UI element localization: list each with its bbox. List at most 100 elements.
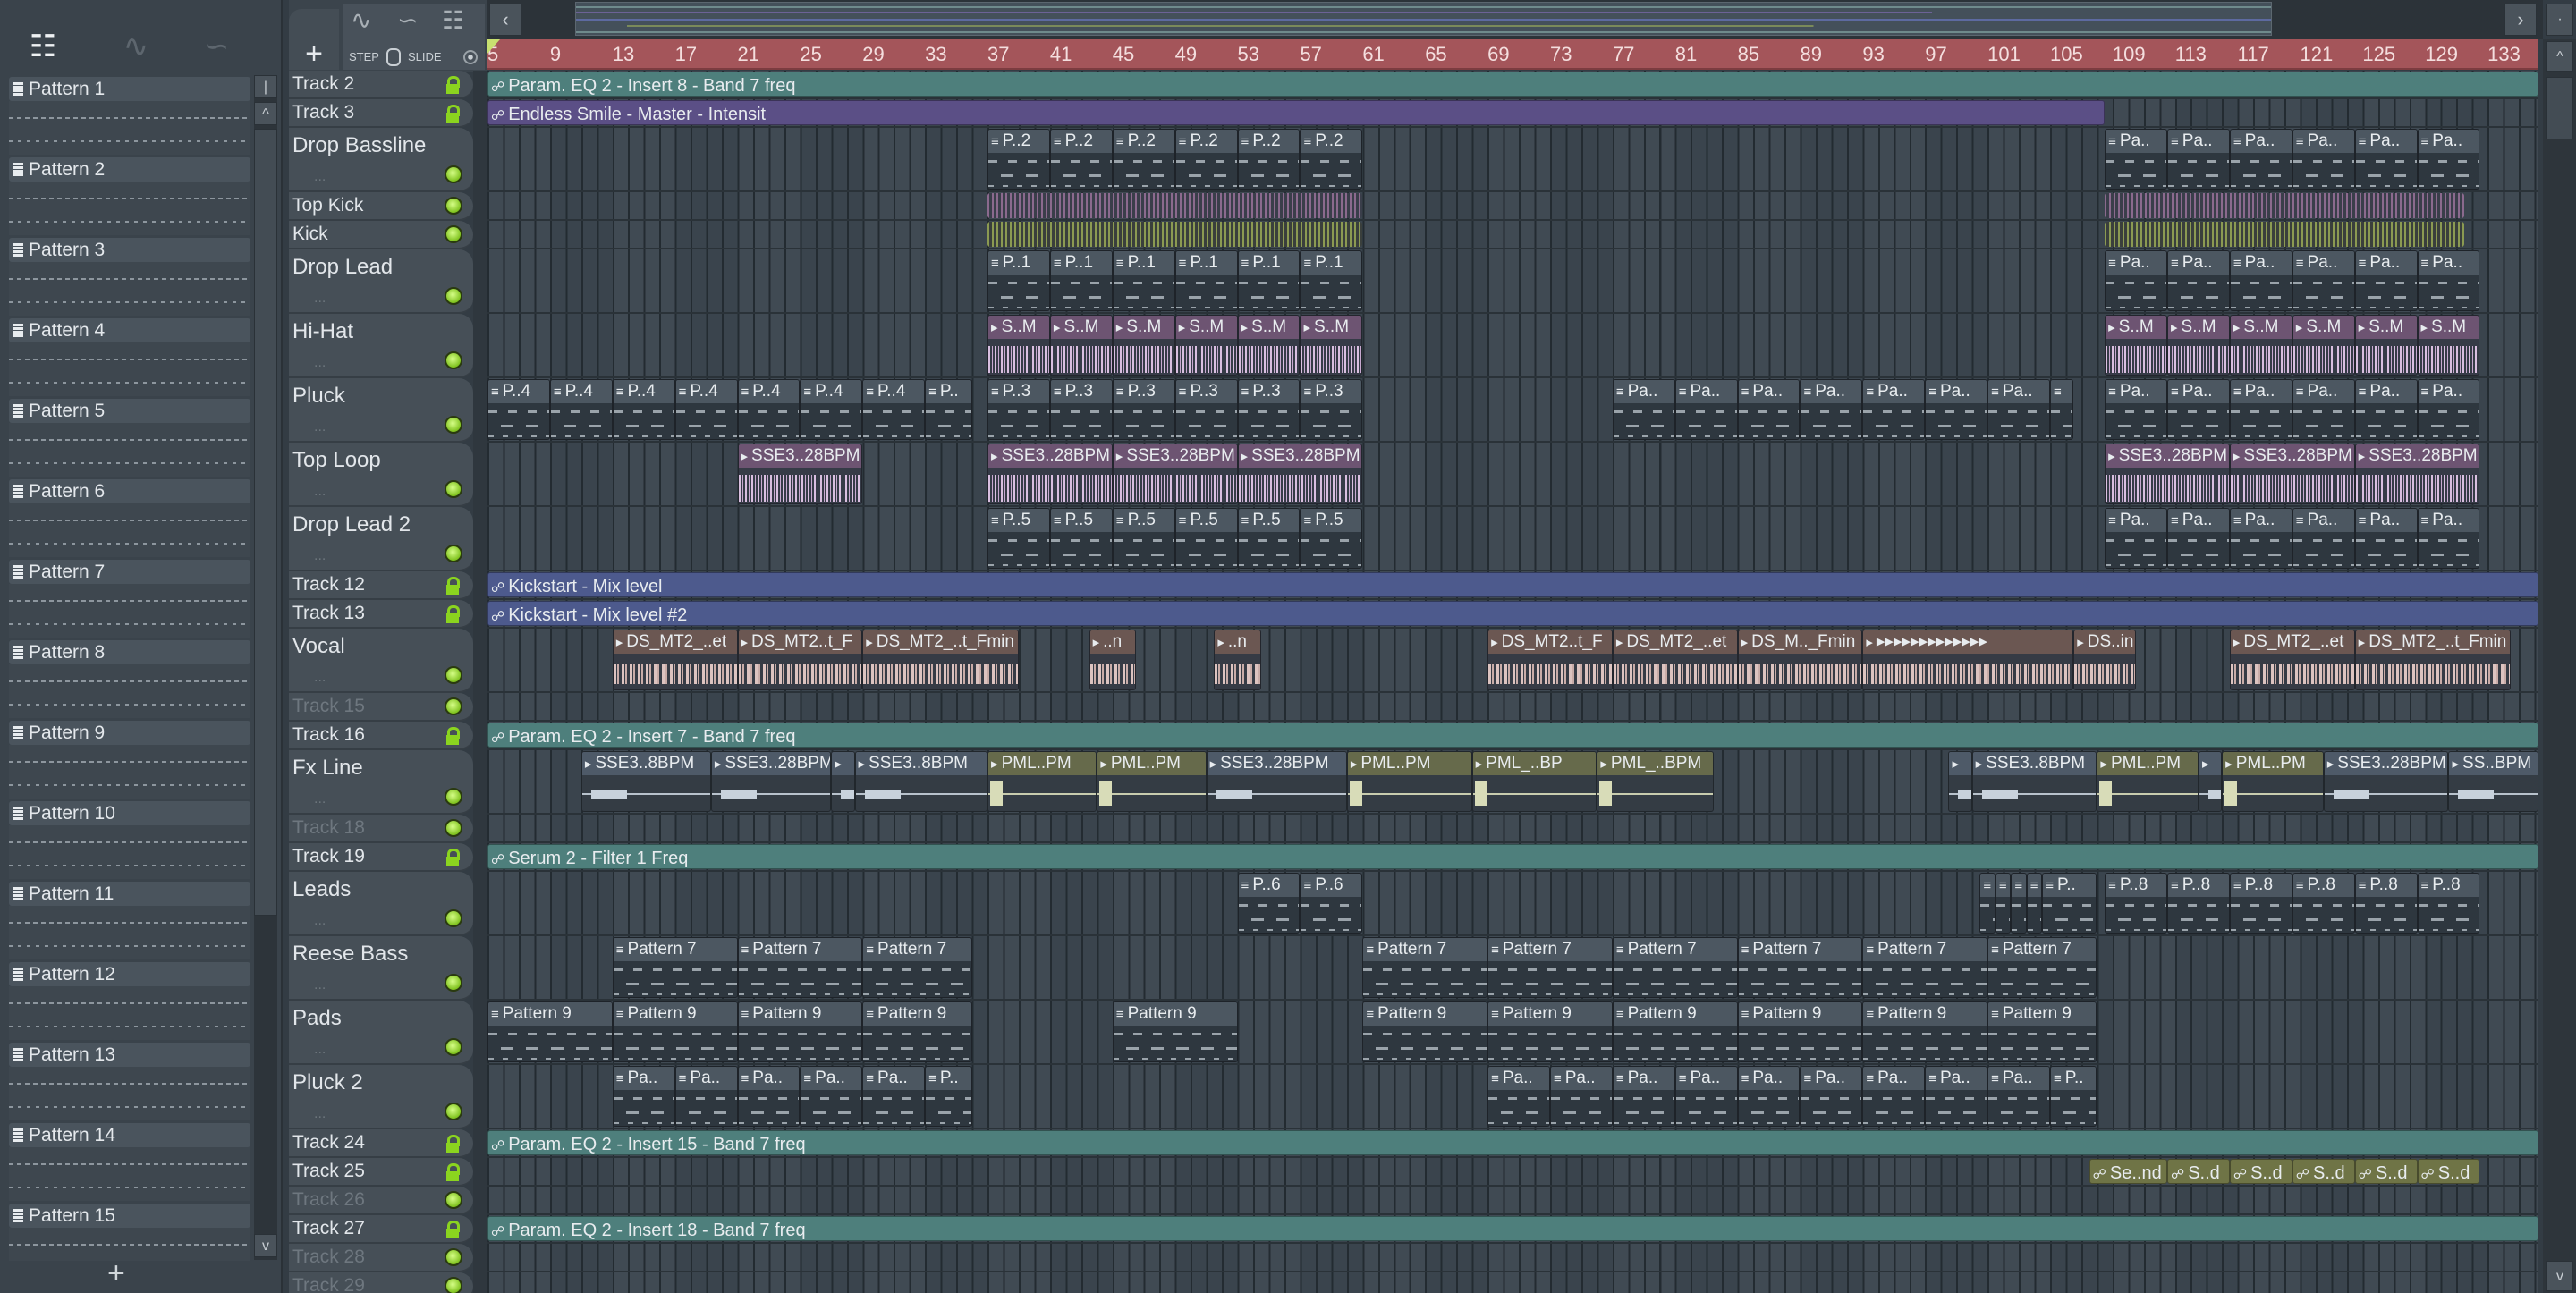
audio-clip[interactable] [987, 193, 1363, 218]
pattern-clip[interactable]: ≡ P..3 [1112, 379, 1175, 440]
audio-clip[interactable]: ▸ SSE3..28BPM [1237, 444, 1363, 504]
track-row[interactable] [487, 815, 2538, 843]
pattern-clip[interactable]: ≡ Pa.. [2417, 508, 2480, 569]
pattern-clip[interactable]: ≡ Pa.. [2105, 508, 2168, 569]
pattern-item[interactable]: Pattern 2 [9, 157, 250, 236]
audio-clip[interactable]: ▸ PML..PM [2222, 751, 2324, 812]
audio-clip[interactable]: ▸ S..M [2105, 315, 2168, 376]
pattern-clip[interactable]: ≡ P..5 [1300, 508, 1363, 569]
track-header[interactable]: Drop Bassline... [289, 128, 473, 192]
pattern-clip[interactable]: ≡ P..8 [2229, 873, 2292, 934]
lock-icon[interactable] [446, 577, 460, 595]
automation-icon[interactable]: ∽ [397, 5, 418, 35]
piano-roll-icon[interactable]: ☷ [442, 5, 464, 35]
pattern-clip[interactable]: ≡ P..6 [1237, 873, 1301, 934]
audio-clip[interactable]: ▸ DS_MT2_..et [612, 630, 738, 690]
track-row[interactable] [487, 221, 2538, 249]
pattern-clip[interactable]: ≡ P..8 [2292, 873, 2355, 934]
pattern-clip[interactable]: ≡ Pa.. [1862, 379, 1926, 440]
pattern-clip[interactable]: ≡ P..3 [987, 379, 1050, 440]
pattern-clip[interactable]: ≡ P..1 [987, 250, 1050, 311]
waveform-icon[interactable]: ∿ [116, 27, 156, 66]
track-header[interactable]: Track 3 [289, 99, 473, 128]
pattern-item[interactable]: Pattern 6 [9, 479, 250, 558]
track-row[interactable]: ▸ DS_MT2_..et ▸ DS_MT2..t_F ▸ DS_MT2_..t_Fmin… [487, 629, 2538, 693]
lock-icon[interactable] [446, 1221, 460, 1238]
corner-button[interactable]: · [2546, 4, 2573, 36]
audio-clip[interactable]: ▸ S..M [2354, 315, 2418, 376]
pattern-clip[interactable]: ≡ P..4 [674, 379, 738, 440]
pattern-clip[interactable]: ≡ Pa.. [1612, 379, 1675, 440]
pattern-clip[interactable]: ≡ [1995, 873, 2012, 934]
scroll-up-button[interactable]: ^ [254, 102, 277, 125]
pattern-header[interactable]: Pattern 12 [9, 962, 250, 986]
pattern-item[interactable]: Pattern 5 [9, 399, 250, 477]
track-row[interactable]: ≡ Pattern 7 ≡ Pattern 7 ≡ Pattern 7 ≡ Pattern 7… [487, 936, 2538, 1001]
pattern-clip[interactable]: ≡ [2026, 873, 2043, 934]
audio-clip[interactable]: ▸ S..M [1237, 315, 1301, 376]
automation-clip[interactable]: ☍ S..d [2229, 1159, 2292, 1184]
pattern-clip[interactable]: ≡ Pa.. [1674, 379, 1738, 440]
audio-clip[interactable]: ▸ PML..PM [987, 751, 1097, 812]
pattern-header[interactable]: Pattern 7 [9, 560, 250, 584]
pattern-clip[interactable]: ≡ Pa.. [2292, 129, 2355, 190]
audio-clip[interactable]: ▸ ▸▸▸▸▸▸▸▸▸▸▸▸▸ [1862, 630, 2074, 690]
pattern-clip[interactable]: ≡ Pa.. [1800, 1066, 1863, 1127]
pattern-header[interactable]: Pattern 8 [9, 640, 250, 664]
pattern-item[interactable]: Pattern 10 [9, 801, 250, 880]
pattern-clip[interactable]: ≡ P..1 [1237, 250, 1301, 311]
pattern-clip[interactable]: ≡ P..5 [1049, 508, 1113, 569]
pattern-clip[interactable]: ≡ P.. [925, 1066, 972, 1127]
pattern-header[interactable]: Pattern 3 [9, 238, 250, 262]
track-row[interactable]: ≡ P..2 ≡ P..2 ≡ P..2 ≡ P..2 ≡ P..2 ≡ P..2 ≡ Pa.. ≡ Pa..… [487, 128, 2538, 192]
audio-clip[interactable]: ▸ DS_MT2..t_F [737, 630, 863, 690]
scroll-right-button[interactable]: › [2504, 4, 2537, 36]
track-row[interactable]: ☍ Param. EQ 2 - Insert 18 - Band 7 freq [487, 1215, 2538, 1244]
track-row[interactable]: ≡ Pa.. ≡ Pa.. ≡ Pa.. ≡ Pa.. ≡ Pa.. ≡ P.. ≡ Pa.. ≡ Pa.. ≡… [487, 1065, 2538, 1129]
pattern-clip[interactable]: ≡ Pa.. [1737, 379, 1801, 440]
track-row[interactable]: ▸ SSE3..28BPM ▸ SSE3..28BPM ▸ SSE3..28BPM ▸ SSE… [487, 443, 2538, 507]
scroll-left-button[interactable]: ‹ [489, 4, 521, 36]
pattern-clip[interactable]: ≡ Pa.. [2167, 379, 2230, 440]
track-row[interactable] [487, 1187, 2538, 1215]
pattern-clip[interactable]: ≡ P..1 [1174, 250, 1238, 311]
pattern-header[interactable]: Pattern 1 [9, 77, 250, 101]
audio-clip[interactable]: ▸ S..M [1049, 315, 1113, 376]
audio-clip[interactable]: ▸ DS..in [2073, 630, 2137, 690]
pattern-clip[interactable]: ≡ Pattern 7 [737, 937, 863, 998]
track-row[interactable]: ☍ Kickstart - Mix level [487, 571, 2538, 600]
pattern-clip[interactable]: ≡ Pattern 7 [1737, 937, 1863, 998]
pattern-header[interactable]: Pattern 9 [9, 721, 250, 745]
pattern-clip[interactable]: ≡ Pa.. [1987, 1066, 2050, 1127]
pattern-clip[interactable]: ≡ Pattern 9 [1737, 1001, 1863, 1062]
pattern-clip[interactable]: ≡ Pattern 7 [862, 937, 972, 998]
pattern-item[interactable]: Pattern 1 [9, 77, 250, 156]
pattern-clip[interactable]: ≡ Pa.. [737, 1066, 801, 1127]
lock-icon[interactable] [446, 849, 460, 866]
pattern-clip[interactable]: ≡ Pa.. [2292, 250, 2355, 311]
pattern-clip[interactable]: ≡ Pa.. [2167, 129, 2230, 190]
pattern-clip[interactable]: ≡ Pa.. [2105, 129, 2168, 190]
track-enable-led[interactable] [445, 351, 462, 369]
track-enable-led[interactable] [445, 788, 462, 806]
audio-clip[interactable]: ▸ PML_..BPM [1597, 751, 1715, 812]
automation-clip[interactable]: ☍ Param. EQ 2 - Insert 15 - Band 7 freq [487, 1130, 2538, 1155]
pattern-header[interactable]: Pattern 2 [9, 157, 250, 182]
audio-clip[interactable]: ▸ S..M [1174, 315, 1238, 376]
track-row[interactable] [487, 1272, 2538, 1293]
pattern-clip[interactable]: ≡ Pa.. [2292, 508, 2355, 569]
audio-clip[interactable]: ▸ DS_MT2_..t_Fmin [862, 630, 1019, 690]
audio-clip[interactable]: ▸ PML_..BP [1471, 751, 1597, 812]
track-row[interactable]: ☍ Param. EQ 2 - Insert 7 - Band 7 freq [487, 722, 2538, 750]
audio-clip[interactable]: ▸ ..n [1214, 630, 1261, 690]
automation-clip[interactable]: ☍ S..d [2292, 1159, 2355, 1184]
audio-clip[interactable]: ▸ SSE3..28BPM [2105, 444, 2230, 504]
song-position-marker[interactable] [487, 39, 500, 54]
pattern-clip[interactable]: ≡ Pattern 9 [1862, 1001, 1988, 1062]
audio-clip[interactable]: ▸ DS_M.._Fmin [1737, 630, 1863, 690]
pattern-clip[interactable]: ≡ Pattern 9 [1362, 1001, 1488, 1062]
pattern-clip[interactable]: ≡ Pa.. [800, 1066, 863, 1127]
audio-clip[interactable] [987, 222, 1363, 247]
audio-clip[interactable]: ▸ S..M [2167, 315, 2230, 376]
audio-clip[interactable]: ▸ S..M [1300, 315, 1363, 376]
